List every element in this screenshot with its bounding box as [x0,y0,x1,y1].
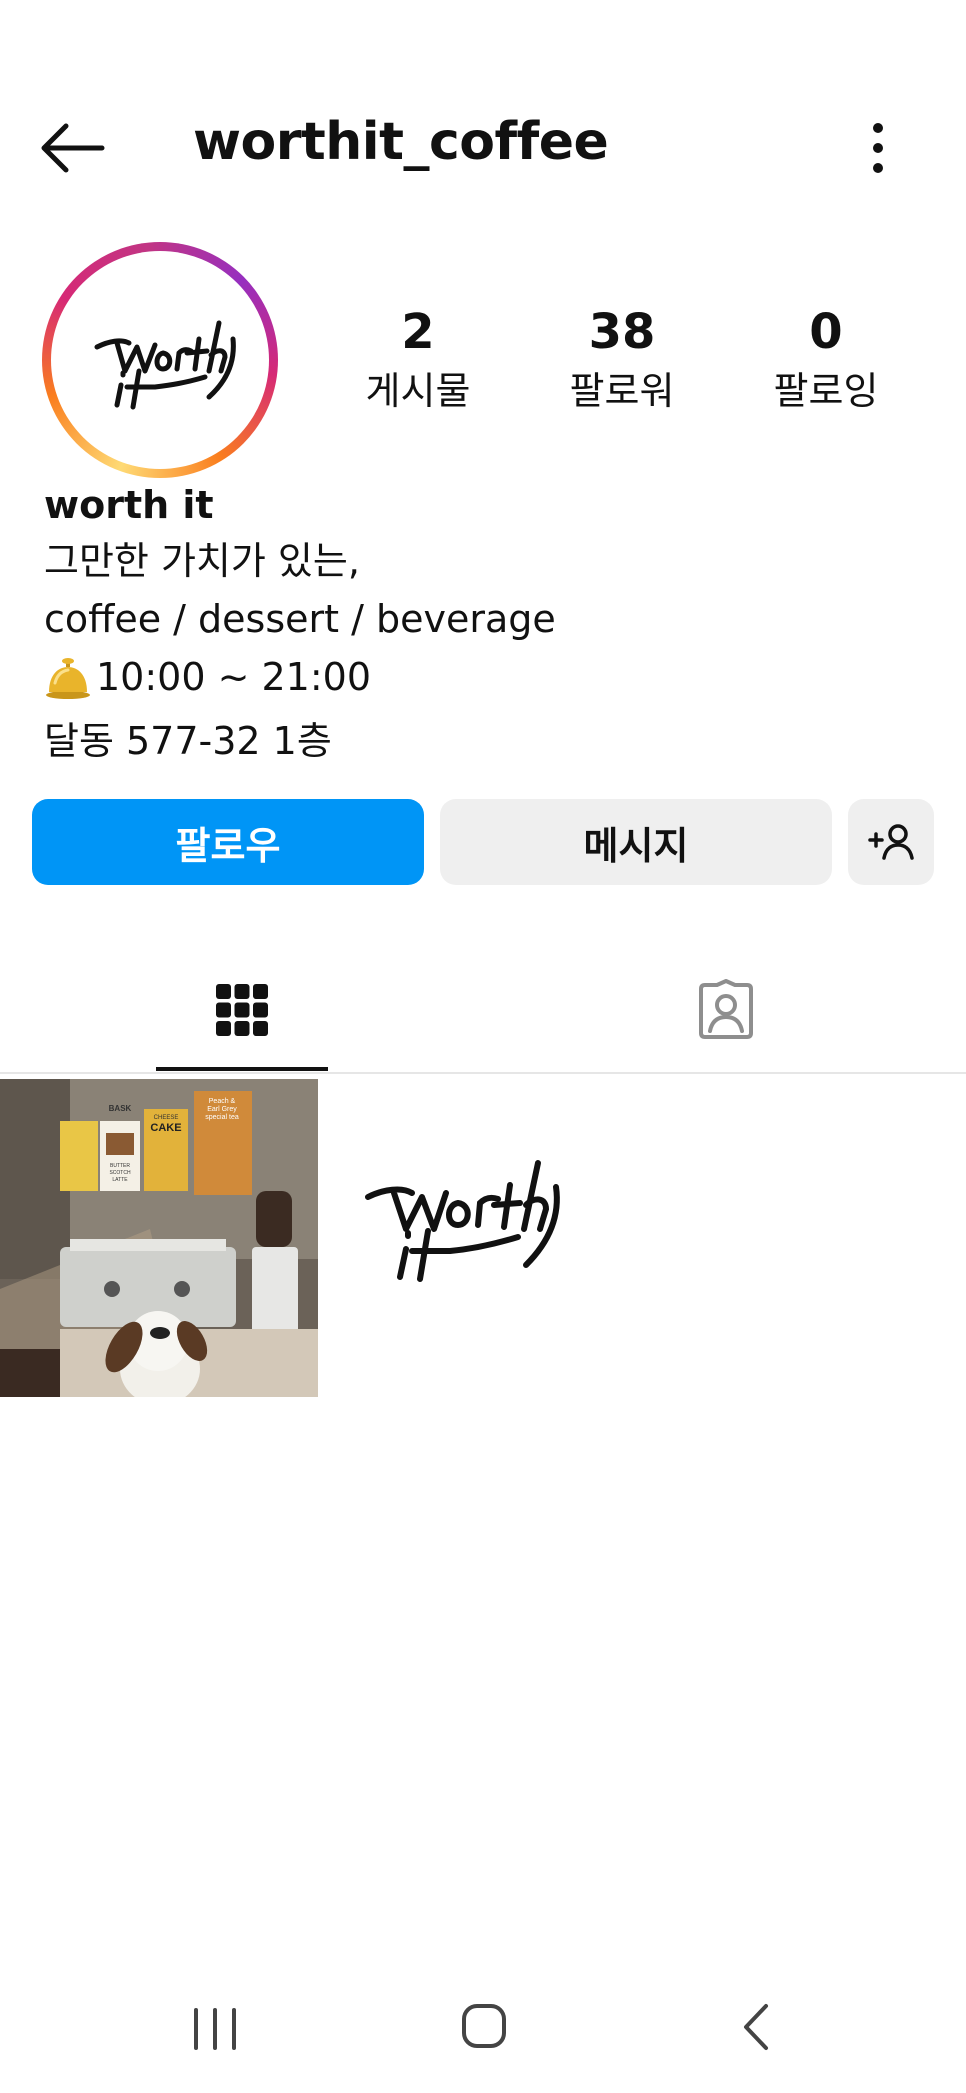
stat-posts-label: 게시물 [365,369,471,413]
avatar-story-ring[interactable] [42,242,278,478]
recent-apps-button[interactable] [190,2004,240,2054]
more-options-button[interactable] [858,120,898,176]
bio-address: 달동 577-32 1층 [44,719,332,763]
poster-text: Earl Grey [207,1106,237,1113]
arrow-left-icon [41,123,105,173]
bio-line: 그만한 가치가 있는, [44,539,360,583]
worth-it-logo [94,320,236,410]
stat-followers-count: 38 [588,304,656,360]
message-button[interactable]: 메시지 [440,799,832,885]
poster-text: BASK [109,1104,132,1113]
home-button[interactable] [458,2000,510,2052]
avatar [51,251,269,469]
bio-hours-text: 10:00 ~ 21:00 [96,655,372,699]
stat-posts[interactable]: 2 게시물 [318,304,518,416]
poster-text: Peach & [209,1098,236,1105]
worth-it-logo-post [365,1160,560,1282]
add-person-icon [868,824,914,860]
home-icon [462,2004,506,2048]
grid-icon [216,984,268,1036]
system-back-button[interactable] [736,2000,776,2054]
stat-posts-count: 2 [401,304,435,360]
stat-following-label: 팔로잉 [773,369,879,413]
tab-tagged[interactable] [640,950,812,1070]
profile-username-title: worthit_coffee [193,112,609,172]
post-thumbnail[interactable] [320,1079,638,1397]
poster-text: CHEESE [154,1115,179,1121]
recent-apps-icon [194,2008,236,2050]
back-icon [744,2004,768,2050]
stat-following[interactable]: 0 팔로잉 [726,304,926,416]
suggest-accounts-button[interactable] [848,799,934,885]
poster-text: SCOTCH [109,1170,131,1176]
tagged-person-icon [699,979,753,1039]
stat-following-count: 0 [809,304,843,360]
back-button[interactable] [36,118,116,178]
poster-text: BUTTER [110,1163,130,1169]
more-vertical-icon [873,123,883,173]
display-name: worth it [44,483,214,527]
poster-text: LATTE [112,1177,128,1183]
profile-bio: worth it 그만한 가치가 있는, coffee / dessert / … [44,478,924,770]
bio-hours: 10:00 ~ 21:00 [44,648,924,706]
follow-button[interactable]: 팔로우 [32,799,424,885]
tab-posts-grid[interactable] [156,950,328,1070]
cafe-counter-photo: BASK CHEESE CAKE Peach & Earl Grey speci… [0,1079,318,1397]
post-thumbnail[interactable]: BASK CHEESE CAKE Peach & Earl Grey speci… [0,1079,318,1397]
bio-line: coffee / dessert / beverage [44,597,556,641]
stat-followers[interactable]: 38 팔로워 [522,304,722,416]
poster-text: special tea [205,1114,239,1121]
poster-text: CAKE [150,1122,181,1134]
active-tab-indicator [156,1067,328,1071]
stat-followers-label: 팔로워 [569,369,675,413]
bellhop-bell-icon [46,658,90,699]
tab-divider [0,1072,966,1074]
